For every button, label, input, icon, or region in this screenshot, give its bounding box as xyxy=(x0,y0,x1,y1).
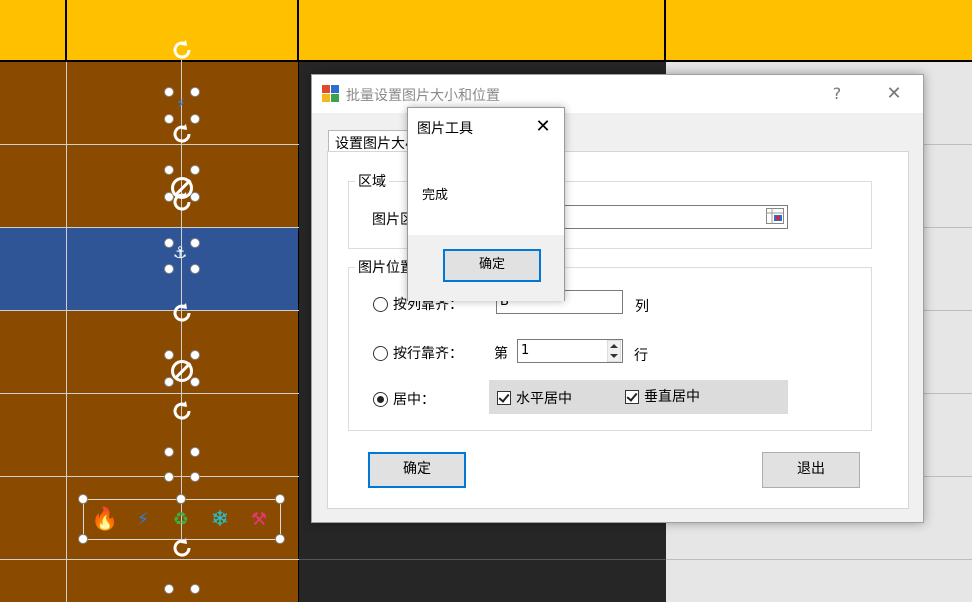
dialog-titlebar[interactable]: 批量设置图片大小和位置 ? ✕ xyxy=(312,75,923,113)
header-cell-a[interactable] xyxy=(0,0,67,62)
resize-handle[interactable] xyxy=(78,534,88,544)
center-options-panel: 水平居中 垂直居中 xyxy=(489,380,788,414)
resize-handle[interactable] xyxy=(190,238,200,248)
exit-button[interactable]: 退出 xyxy=(762,452,860,488)
rotate-handle-icon[interactable] xyxy=(169,37,195,63)
gridline-h xyxy=(0,144,299,145)
resize-handle[interactable] xyxy=(164,447,174,457)
gridline-h xyxy=(0,559,299,560)
tab-settings[interactable]: 设置图片大小和位置 xyxy=(328,130,418,152)
resize-handle[interactable] xyxy=(190,87,200,97)
horizontal-center-label: 水平居中 xyxy=(516,391,572,407)
resize-handle[interactable] xyxy=(190,447,200,457)
recycle-icon[interactable]: ♻ xyxy=(168,509,194,531)
cells-blue-row[interactable] xyxy=(0,228,299,310)
header-cell-d[interactable] xyxy=(666,0,972,62)
snowflake-icon[interactable]: ❄ xyxy=(207,509,233,531)
help-icon[interactable]: ? xyxy=(817,81,857,107)
gridline-h xyxy=(0,310,299,311)
close-icon[interactable]: ✕ xyxy=(530,114,556,140)
gridline-h xyxy=(666,559,972,560)
resize-handle[interactable] xyxy=(164,472,174,482)
vertical-center-checkbox[interactable] xyxy=(625,390,639,404)
center-label: 居中： xyxy=(393,392,435,408)
stepper-arrows-icon[interactable] xyxy=(607,340,621,362)
row-prefix: 第 xyxy=(494,346,508,362)
resize-handle[interactable] xyxy=(176,494,186,504)
resize-handle[interactable] xyxy=(78,494,88,504)
ok-button[interactable]: 确定 xyxy=(368,452,466,488)
dialog-title: 批量设置图片大小和位置 xyxy=(346,88,500,104)
rotate-handle-icon[interactable] xyxy=(169,121,195,147)
rotate-handle-icon[interactable] xyxy=(169,300,195,326)
message-box-footer: 确定 xyxy=(408,235,564,301)
column-suffix: 列 xyxy=(635,299,649,315)
resize-handle[interactable] xyxy=(190,114,200,124)
resize-handle[interactable] xyxy=(164,377,174,387)
message-box: 图片工具 ✕ 完成 确定 xyxy=(407,107,565,301)
no-symbol-icon xyxy=(171,360,193,382)
message-box-title: 图片工具 xyxy=(417,121,473,137)
resize-handle[interactable] xyxy=(190,264,200,274)
lightning-icon: ⚡ xyxy=(176,96,186,112)
horizontal-center-checkbox[interactable] xyxy=(497,391,511,405)
align-row-label: 按行靠齐： xyxy=(393,346,463,362)
resize-handle[interactable] xyxy=(190,165,200,175)
cells-brown-top[interactable] xyxy=(0,62,299,228)
resize-handle[interactable] xyxy=(164,264,174,274)
resize-handle[interactable] xyxy=(164,584,174,594)
resize-handle[interactable] xyxy=(190,377,200,387)
gridline-h xyxy=(0,476,299,477)
no-symbol-icon xyxy=(171,177,193,199)
range-select-icon[interactable] xyxy=(766,208,784,224)
gridline-h xyxy=(0,393,299,394)
region-group-label: 区域 xyxy=(355,171,389,191)
message-ok-button[interactable]: 确定 xyxy=(443,249,541,282)
center-radio[interactable] xyxy=(373,392,388,407)
gridline-v xyxy=(298,62,299,602)
gridline-v xyxy=(66,62,67,602)
resize-handle[interactable] xyxy=(190,350,200,360)
align-column-radio[interactable] xyxy=(373,297,388,312)
lightning-icon[interactable]: ⚡ xyxy=(130,509,156,531)
resize-handle[interactable] xyxy=(190,472,200,482)
gridline-h xyxy=(0,227,299,228)
close-icon[interactable]: ✕ xyxy=(874,81,914,107)
anchor-icon: ⚓ xyxy=(173,243,188,262)
resize-handle[interactable] xyxy=(164,114,174,124)
gridline-h xyxy=(299,559,666,560)
app-icon xyxy=(322,85,339,102)
row-suffix: 行 xyxy=(634,348,648,364)
resize-handle[interactable] xyxy=(164,165,174,175)
header-cell-c[interactable] xyxy=(299,0,666,62)
align-row-radio[interactable] xyxy=(373,346,388,361)
resize-handle[interactable] xyxy=(275,534,285,544)
batch-picture-dialog: 批量设置图片大小和位置 ? ✕ 设置图片大小和位置 区域 图片区域： 图片位置 … xyxy=(311,74,924,523)
resize-handle[interactable] xyxy=(164,350,174,360)
message-text: 完成 xyxy=(422,188,449,203)
resize-handle[interactable] xyxy=(275,494,285,504)
resize-handle[interactable] xyxy=(190,584,200,594)
fire-icon[interactable]: 🔥 xyxy=(91,509,118,531)
resize-handle[interactable] xyxy=(164,87,174,97)
hammer-icon[interactable]: ⚒ xyxy=(246,509,272,531)
rotate-handle-icon[interactable] xyxy=(169,398,195,424)
vertical-center-label: 垂直居中 xyxy=(644,389,700,405)
